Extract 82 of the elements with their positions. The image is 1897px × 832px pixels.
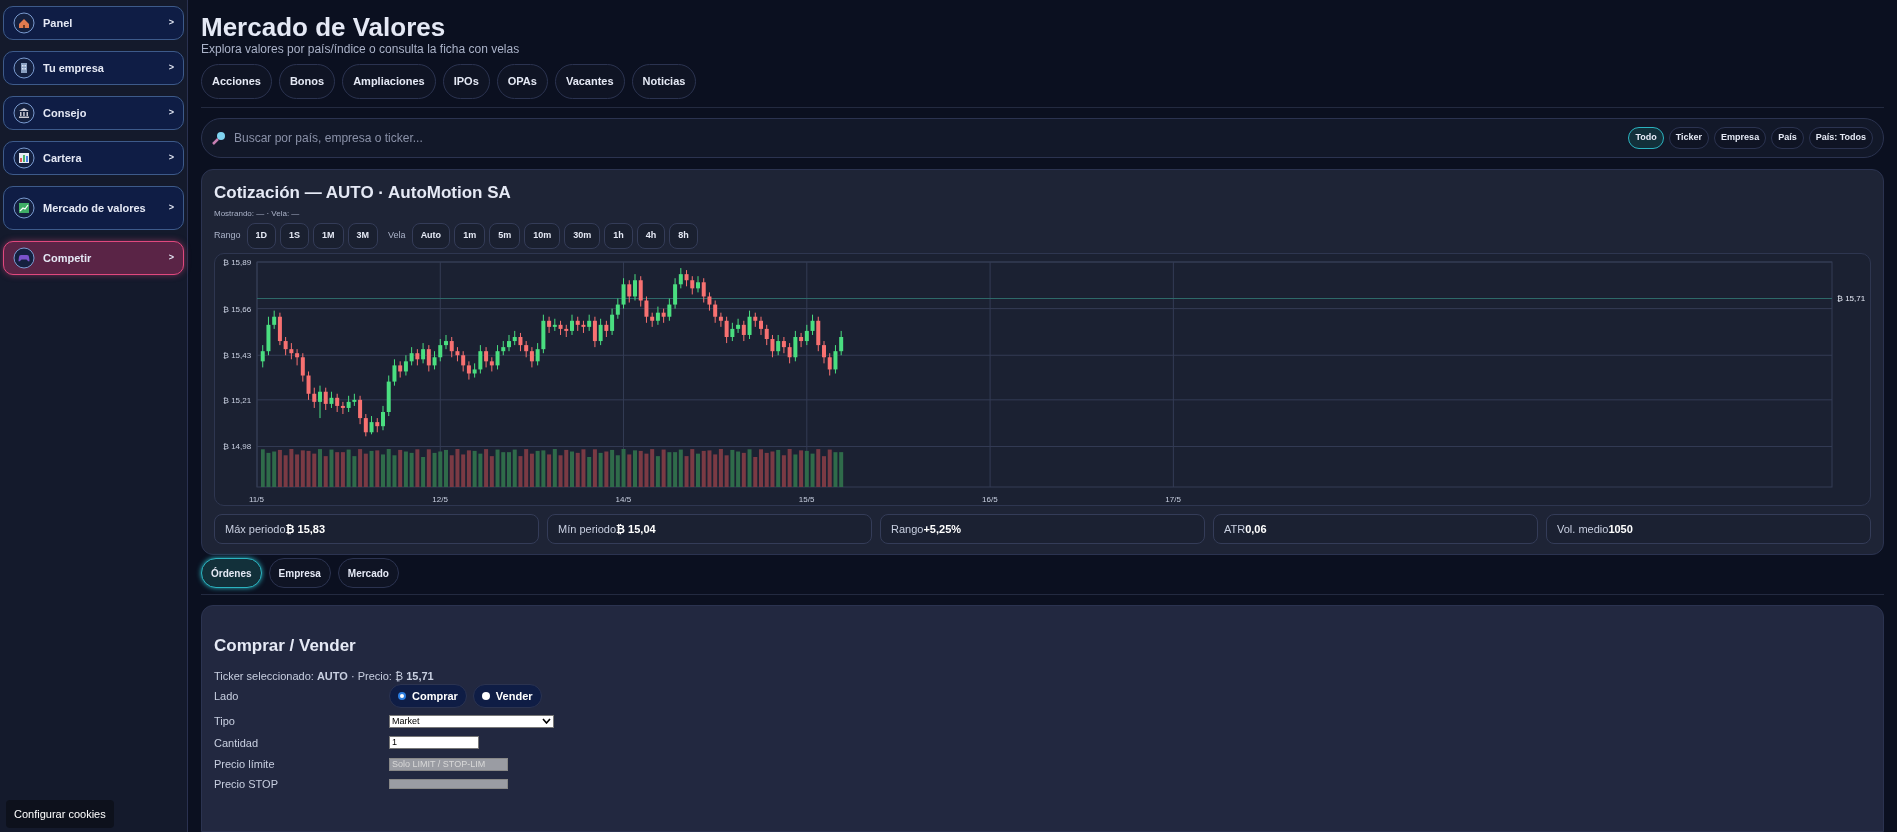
tab[interactable]: Órdenes xyxy=(201,558,262,588)
y-axis-label: ₿ 14,98 xyxy=(223,442,252,452)
trend-chart-icon xyxy=(13,197,35,219)
cookie-settings-button[interactable]: Configurar cookies xyxy=(6,799,114,828)
stop-price-label: Precio STOP xyxy=(214,776,279,792)
ticker-info: Ticker seleccionado: AUTO · Precio: ₿ 15,71 xyxy=(214,670,435,683)
x-axis-label: 16/5 xyxy=(982,495,998,504)
candle-interval-button[interactable]: 10m xyxy=(524,223,561,249)
stat-label: ATR xyxy=(1224,521,1246,537)
building-icon xyxy=(13,57,35,79)
filter-chip[interactable]: Empresa xyxy=(1714,127,1767,149)
filter-chip[interactable]: Ticker xyxy=(1668,127,1710,149)
filter-chip[interactable]: País xyxy=(1771,127,1804,149)
range-button[interactable]: 1M xyxy=(313,223,344,249)
tab[interactable]: Acciones xyxy=(201,64,272,99)
stat-label: Máx periodo xyxy=(225,521,286,537)
y-axis-label: ₿ 15,66 xyxy=(223,304,252,314)
stat-value: 1050 xyxy=(1608,521,1633,537)
candle-interval-button[interactable]: Auto xyxy=(411,223,451,249)
sidebar-item[interactable]: Consejo > xyxy=(3,96,184,130)
x-axis-label: 11/5 xyxy=(249,495,264,504)
y-axis-label: ₿ 15,21 xyxy=(223,395,252,405)
quantity-field[interactable]: 1 xyxy=(389,736,479,750)
y-axis-label: ₿ 15,89 xyxy=(223,258,252,267)
range-button[interactable]: 1D xyxy=(246,223,277,249)
chevron-down-icon xyxy=(542,718,551,725)
candle-interval-button[interactable]: 4h xyxy=(636,223,666,249)
filter-chip[interactable]: Todo xyxy=(1628,127,1664,149)
bank-icon xyxy=(13,102,35,124)
stat-value: ₿ 15,04 xyxy=(616,521,656,537)
tab[interactable]: Noticias xyxy=(631,64,697,99)
candle-interval-button[interactable]: 5m xyxy=(489,223,521,249)
tab[interactable]: Vacantes xyxy=(554,64,625,99)
x-axis-label: 15/5 xyxy=(798,495,815,504)
range-button[interactable]: 3M xyxy=(347,223,379,249)
tab[interactable]: Bonos xyxy=(278,64,336,99)
stat-label: Mín periodo xyxy=(558,521,617,537)
search-field[interactable]: Buscar por país, empresa o ticker... Todo Ticker Empresa País País: Todos xyxy=(201,118,1884,158)
sidebar-item[interactable]: Tu empresa > xyxy=(3,51,184,85)
bar-chart-icon xyxy=(13,147,35,169)
order-type-select[interactable]: Market xyxy=(389,714,554,728)
stat-value: ₿ 15,83 xyxy=(285,521,326,537)
x-axis-label: 17/5 xyxy=(1165,495,1181,504)
quantity-label: Cantidad xyxy=(214,735,260,751)
type-label: Tipo xyxy=(214,714,236,729)
sidebar-item[interactable]: Mercado de valores > xyxy=(3,186,184,230)
side-label: Lado xyxy=(214,688,240,704)
radio-button[interactable]: Vender xyxy=(472,684,542,708)
tab[interactable]: Empresa xyxy=(268,558,331,588)
sidebar-item[interactable]: Panel > xyxy=(3,6,184,40)
sidebar-item[interactable]: Competir > xyxy=(3,241,184,275)
range-label: Rango xyxy=(214,229,241,243)
filter-chip[interactable]: País: Todos xyxy=(1808,127,1873,149)
sidebar-item[interactable]: Cartera > xyxy=(3,141,184,175)
stat-label: Vol. medio xyxy=(1557,521,1609,537)
quote-title: Cotización — AUTO · AutoMotion SA xyxy=(214,182,512,204)
tab[interactable]: Ampliaciones xyxy=(342,64,436,99)
stat-value: +5,25% xyxy=(923,521,962,537)
x-axis-label: 12/5 xyxy=(432,495,448,504)
display-info: Mostrando: — · Vela: — xyxy=(214,208,301,220)
order-title: Comprar / Vender xyxy=(214,636,357,656)
candle-interval-button[interactable]: 1m xyxy=(454,223,486,249)
page-title: Mercado de Valores xyxy=(201,12,447,42)
search-icon xyxy=(212,131,226,145)
page-subtitle: Explora valores por país/índice o consulta la ficha con velas xyxy=(201,42,521,56)
tab[interactable]: OPAs xyxy=(496,64,548,99)
stat-label: Rango xyxy=(891,521,924,537)
gamepad-icon xyxy=(13,247,35,269)
candle-label: Vela xyxy=(388,229,406,243)
tab[interactable]: Mercado xyxy=(337,558,399,588)
stat-value: 0,06 xyxy=(1245,521,1267,537)
x-axis-label: 14/5 xyxy=(615,495,632,504)
radio-button[interactable]: Comprar xyxy=(389,684,467,708)
limit-price-label: Precio límite xyxy=(214,757,276,772)
range-button[interactable]: 1S xyxy=(280,223,310,249)
candle-interval-button[interactable]: 1h xyxy=(604,223,633,249)
house-icon xyxy=(13,12,35,34)
tab[interactable]: IPOs xyxy=(442,64,490,99)
candle-interval-button[interactable]: 8h xyxy=(669,223,698,249)
last-price-label: ₿ 15,71 xyxy=(1837,294,1866,304)
candle-interval-button[interactable]: 30m xyxy=(564,223,601,249)
y-axis-label: ₿ 15,43 xyxy=(223,351,252,361)
